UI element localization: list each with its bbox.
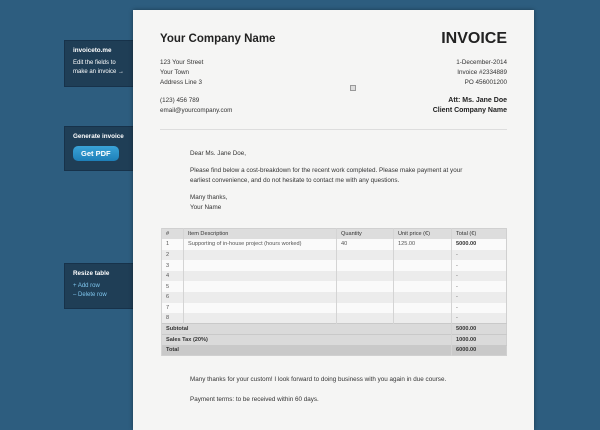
- table-cell: -: [451, 302, 507, 314]
- column-header: Quantity: [336, 228, 394, 240]
- table-cell[interactable]: [393, 270, 452, 282]
- table-cell[interactable]: [183, 260, 337, 271]
- total-row: Total 6000.00: [161, 344, 507, 356]
- company-name[interactable]: Your Company Name: [160, 33, 275, 45]
- invoice-meta[interactable]: 1-December-2014 Invoice #2334889 PO 4560…: [433, 58, 507, 116]
- attention[interactable]: Att: Ms. Jane Doe: [433, 96, 507, 106]
- tax-row: Sales Tax (20%) 1000.00: [161, 333, 507, 346]
- table-cell[interactable]: [393, 302, 452, 314]
- delete-row-link[interactable]: – Delete row: [73, 291, 125, 300]
- street[interactable]: 123 Your Street: [160, 58, 232, 68]
- table-cell[interactable]: [336, 281, 394, 293]
- table-cell[interactable]: [336, 249, 394, 261]
- table-cell: -: [451, 249, 507, 261]
- table-cell[interactable]: [393, 249, 452, 261]
- line-items-table: # Item Description Quantity Unit price (€) T…: [161, 228, 507, 357]
- table-cell: 5000.00: [451, 239, 507, 250]
- table-cell: 7: [161, 302, 184, 314]
- table-cell[interactable]: [183, 281, 337, 293]
- table-cell: -: [451, 270, 507, 282]
- table-cell[interactable]: [336, 302, 394, 314]
- signer-name[interactable]: Your Name: [190, 203, 480, 213]
- add-row-link[interactable]: + Add row: [73, 282, 125, 291]
- subtotal-label: Subtotal: [161, 323, 452, 335]
- letter-body[interactable]: Please find below a cost-breakdown for t…: [190, 166, 480, 186]
- resize-title: Resize table: [73, 270, 110, 277]
- tax-label[interactable]: Sales Tax (20%): [161, 333, 452, 346]
- table-cell: 4: [161, 270, 184, 282]
- client-name[interactable]: Client Company Name: [433, 106, 507, 116]
- table-row: 6-: [161, 292, 507, 303]
- table-row: 7-: [161, 302, 507, 314]
- table-cell[interactable]: [336, 270, 394, 282]
- table-cell[interactable]: [183, 249, 337, 261]
- company-address[interactable]: 123 Your Street Your Town Address Line 3…: [160, 58, 232, 116]
- greeting[interactable]: Dear Ms. Jane Doe,: [190, 149, 480, 159]
- resize-panel: Resize table + Add row – Delete row: [64, 263, 133, 309]
- po-number[interactable]: PO 456001200: [433, 78, 507, 88]
- phone[interactable]: (123) 456 789: [160, 96, 232, 106]
- generate-title: Generate invoice: [73, 133, 124, 140]
- table-cell[interactable]: [336, 292, 394, 303]
- table-cell: -: [451, 260, 507, 271]
- divider: [160, 129, 507, 130]
- table-cell[interactable]: [393, 281, 452, 293]
- table-row: 3-: [161, 260, 507, 271]
- town[interactable]: Your Town: [160, 68, 232, 78]
- table-cell: -: [451, 313, 507, 324]
- brand-name: invoiceto.me: [73, 47, 112, 54]
- table-cell: -: [451, 281, 507, 293]
- column-header: Item Description: [183, 228, 337, 240]
- sign-off[interactable]: Many thanks,: [190, 193, 480, 203]
- table-cell[interactable]: [336, 260, 394, 271]
- invoice-title: INVOICE: [441, 30, 507, 47]
- table-cell: 8: [161, 313, 184, 324]
- table-row: 2-: [161, 249, 507, 261]
- table-cell: 3: [161, 260, 184, 271]
- payment-terms[interactable]: Payment terms: to be received within 60 …: [190, 395, 319, 405]
- invoice-number[interactable]: Invoice #2334889: [433, 68, 507, 78]
- get-pdf-button[interactable]: Get PDF: [73, 146, 119, 161]
- table-row: 8-: [161, 313, 507, 324]
- table-cell[interactable]: [393, 313, 452, 324]
- logo-placeholder-icon[interactable]: [350, 85, 356, 91]
- table-cell: -: [451, 292, 507, 303]
- subtotal-row: Subtotal 5000.00: [161, 323, 507, 335]
- letter[interactable]: Dear Ms. Jane Doe, Please find below a c…: [190, 149, 480, 213]
- brand-hint: Edit the fields to make an invoice →: [73, 60, 125, 75]
- invoice-paper: Your Company Name INVOICE 123 Your Stree…: [133, 10, 534, 430]
- total-label: Total: [161, 344, 452, 356]
- table-cell[interactable]: 40: [336, 239, 394, 250]
- column-header: #: [161, 228, 184, 240]
- table-cell: 5: [161, 281, 184, 293]
- brand-panel: invoiceto.me Edit the fields to make an …: [64, 40, 133, 87]
- table-row: 1 Supporting of in-house project (hours w…: [161, 239, 507, 250]
- table-cell[interactable]: [393, 292, 452, 303]
- column-header: Unit price (€): [393, 228, 452, 240]
- table-header: # Item Description Quantity Unit price (€) T…: [161, 228, 507, 240]
- email[interactable]: email@yourcompany.com: [160, 106, 232, 116]
- table-cell[interactable]: Supporting of in-house project (hours wo…: [183, 239, 337, 250]
- table-cell: 6: [161, 292, 184, 303]
- address-line-3[interactable]: Address Line 3: [160, 78, 232, 88]
- total-value: 6000.00: [451, 344, 507, 356]
- table-cell[interactable]: [183, 292, 337, 303]
- table-cell[interactable]: [183, 270, 337, 282]
- table-cell[interactable]: 125.00: [393, 239, 452, 250]
- generate-panel: Generate invoice Get PDF: [64, 126, 133, 171]
- table-cell[interactable]: [336, 313, 394, 324]
- table-cell[interactable]: [183, 302, 337, 314]
- invoice-date[interactable]: 1-December-2014: [433, 58, 507, 68]
- table-cell: 2: [161, 249, 184, 261]
- subtotal-value: 5000.00: [451, 323, 507, 335]
- table-cell: 1: [161, 239, 184, 250]
- table-cell[interactable]: [393, 260, 452, 271]
- table-row: 5-: [161, 281, 507, 293]
- column-header: Total (€): [451, 228, 507, 240]
- tax-value: 1000.00: [451, 333, 507, 346]
- table-row: 4-: [161, 270, 507, 282]
- footer-message[interactable]: Many thanks for your custom! I look forw…: [190, 375, 446, 385]
- table-cell[interactable]: [183, 313, 337, 324]
